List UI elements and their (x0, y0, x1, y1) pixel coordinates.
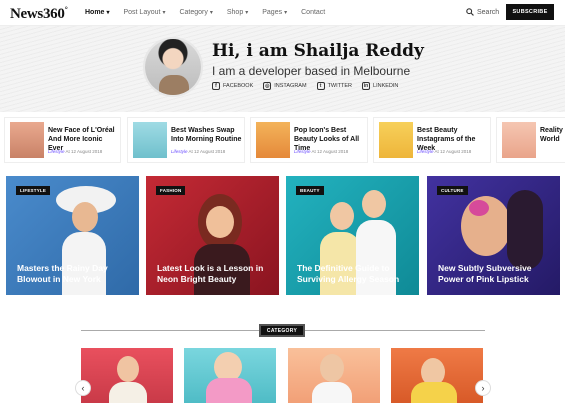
nav-item-shop[interactable]: Shop ▾ (227, 9, 248, 16)
category-badge[interactable]: FASHION (156, 186, 186, 195)
category-badge[interactable]: LIFESTYLE (16, 186, 51, 195)
hero-subtitle: I am a developer based in Melbourne (212, 64, 411, 78)
social-link-twitter[interactable]: t TWITTER (316, 82, 352, 90)
trending-card[interactable]: Reality World (496, 117, 565, 163)
social-link-instagram[interactable]: ◎ INSTAGRAM (263, 82, 307, 90)
twitter-icon: t (316, 82, 325, 90)
category-card[interactable] (184, 348, 276, 403)
nav-item-category[interactable]: Category ▾ (179, 9, 212, 16)
chevron-right-icon: › (481, 383, 485, 393)
trending-card[interactable]: New Face of L'Oréal And More Iconic Ever… (4, 117, 121, 163)
site-logo[interactable]: News360° (10, 5, 68, 23)
main-nav: Home ▾ Post Layout ▾ Category ▾ Shop ▾ Pages… (85, 9, 325, 16)
featured-post-card[interactable]: LIFESTYLE Masters the Rainy Day Blowout … (6, 176, 139, 295)
body-shape (411, 382, 457, 403)
chevron-down-icon: ▾ (245, 10, 249, 16)
nav-item-home[interactable]: Home ▾ (85, 9, 109, 16)
carousel-next-button[interactable]: › (475, 380, 491, 396)
post-title[interactable]: New Subtly Subversive Power of Pink Lips… (438, 263, 556, 285)
category-card[interactable] (288, 348, 380, 403)
post-meta: Lifestyle At 12 August 2018 (171, 149, 226, 154)
featured-post-card[interactable]: BEAUTY The Definitive Guide to Surviving… (286, 176, 419, 295)
post-title[interactable]: Reality World (540, 126, 564, 144)
search-button[interactable]: Search (466, 8, 499, 16)
post-meta: Lifestyle At 12 August 2018 (294, 149, 349, 154)
nav-item-post-layout[interactable]: Post Layout ▾ (123, 9, 165, 16)
nav-item-pages[interactable]: Pages ▾ (262, 9, 287, 16)
search-icon (466, 8, 474, 16)
trending-card[interactable]: Pop Icon's Best Beauty Looks of All Time… (250, 117, 368, 163)
face-shape (330, 202, 354, 230)
category-badge[interactable]: BEAUTY (296, 186, 324, 195)
facebook-icon: f (212, 82, 220, 90)
section-title: CATEGORY (259, 324, 305, 337)
post-title[interactable]: The Definitive Guide to Surviving Allerg… (297, 263, 415, 285)
chevron-down-icon: ▾ (284, 10, 288, 16)
social-link-linkedin[interactable]: in LINKEDIN (362, 82, 398, 90)
linkedin-icon: in (362, 82, 371, 90)
glitter-shape (469, 200, 489, 216)
face-shape (117, 356, 139, 382)
body-shape (206, 378, 252, 403)
author-hero: Hi, i am Shailja Reddy I am a developer … (0, 26, 565, 112)
social-links: f FACEBOOK ◎ INSTAGRAM t TWITTER in LINKEDIN (212, 82, 398, 90)
post-title[interactable]: Latest Look is a Lesson in Neon Bright B… (157, 263, 275, 285)
face-shape (320, 354, 344, 382)
chevron-down-icon: ▾ (106, 10, 110, 16)
chevron-left-icon: ‹ (81, 383, 85, 393)
hero-title: Hi, i am Shailja Reddy (212, 41, 424, 61)
category-card[interactable] (391, 348, 483, 403)
post-thumbnail[interactable] (502, 122, 536, 158)
chevron-down-icon: ▾ (162, 10, 166, 16)
face-shape (362, 190, 386, 218)
post-thumbnail[interactable] (379, 122, 413, 158)
subscribe-button[interactable]: SUBSCRIBE (506, 4, 554, 20)
nav-item-contact[interactable]: Contact (301, 9, 325, 16)
face-shape (72, 202, 98, 232)
chevron-down-icon: ▾ (209, 10, 213, 16)
trending-strip: New Face of L'Oréal And More Iconic Ever… (0, 117, 565, 163)
post-thumbnail[interactable] (133, 122, 167, 158)
instagram-icon: ◎ (263, 82, 272, 90)
post-title[interactable]: Best Washes Swap Into Morning Routine (171, 126, 243, 144)
face-shape (206, 206, 234, 238)
body-shape (109, 382, 147, 403)
featured-post-card[interactable]: CULTURE New Subtly Subversive Power of P… (427, 176, 560, 295)
post-thumbnail[interactable] (10, 122, 44, 158)
hair-shape (507, 190, 543, 270)
carousel-prev-button[interactable]: ‹ (75, 380, 91, 396)
top-header: News360° Home ▾ Post Layout ▾ Category ▾ Sh… (0, 0, 565, 26)
body-shape (312, 382, 352, 403)
post-meta: Lifestyle At 12 August 2018 (48, 149, 103, 154)
category-badge[interactable]: CULTURE (437, 186, 468, 195)
category-card[interactable] (81, 348, 173, 403)
featured-post-card[interactable]: FASHION Latest Look is a Lesson in Neon … (146, 176, 279, 295)
trending-card[interactable]: Best Beauty Instagrams of the Week Lifes… (373, 117, 491, 163)
social-link-facebook[interactable]: f FACEBOOK (212, 82, 253, 90)
post-meta: Lifestyle At 12 August 2018 (417, 149, 472, 154)
post-title[interactable]: Masters the Rainy Day Blowout in New Yor… (17, 263, 135, 285)
post-thumbnail[interactable] (256, 122, 290, 158)
trending-card[interactable]: Best Washes Swap Into Morning Routine Li… (127, 117, 245, 163)
avatar (143, 37, 203, 97)
